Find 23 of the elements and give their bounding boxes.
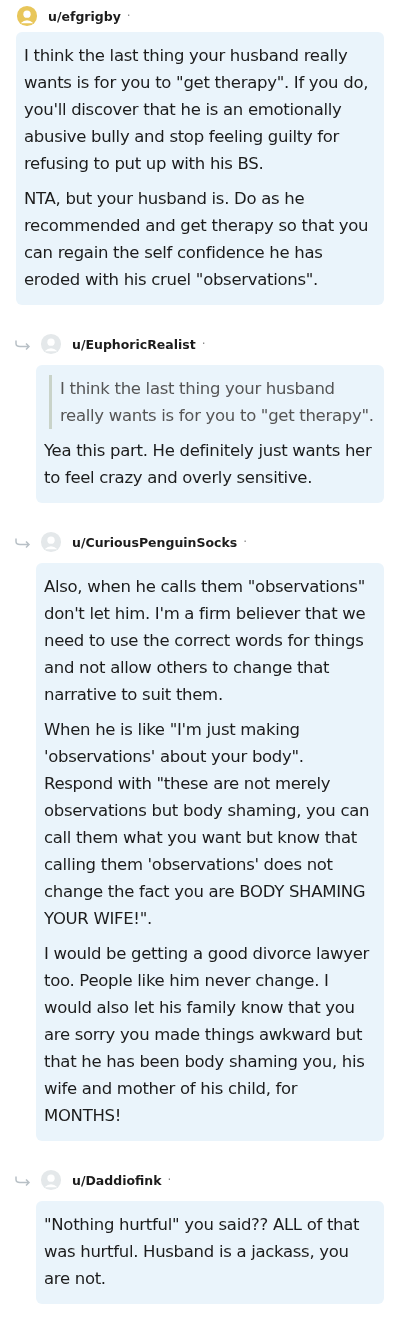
- comment-text: NTA, but your husband is. Do as he recommended and get therapy so that you can regain the self confidence he has eroded with his cruel "observations".: [24, 188, 370, 291]
- comment-text: I think the last thing your husband really wants is for you to "get therapy". If you do, you'll discover that he is an emotionally abusive bully and stop feeling guilty for refusing to put up with his BS.: [24, 45, 370, 175]
- comment-text: When he is like "I'm just making 'observations' about your body". Respond with "these are not merely observations but body shaming, you can call them what you want but know that calling them 'observations' does not change the fact you are BODY SHAMING YOUR WIFE!".: [44, 719, 371, 930]
- reply-arrow-icon: [14, 536, 32, 548]
- avatar-icon[interactable]: [40, 333, 62, 355]
- reply-arrow-icon: [14, 338, 32, 350]
- separator-dot: ·: [126, 9, 131, 23]
- avatar-icon[interactable]: [40, 1169, 62, 1191]
- separator-dot: ·: [167, 1173, 172, 1187]
- avatar-icon[interactable]: [16, 5, 38, 27]
- quoted-text: I think the last thing your husband really wants is for you to "get therapy".: [49, 375, 376, 429]
- comment-text: Also, when he calls them "observations" don't let him. I'm a firm believer that we need to use the correct words for things and not allow others to change that narrative to suit them.: [44, 576, 367, 706]
- username[interactable]: u/Daddiofink: [72, 1172, 162, 1188]
- separator-dot: ·: [243, 535, 248, 549]
- reply-arrow-icon: [14, 1174, 32, 1186]
- avatar-icon[interactable]: [40, 531, 62, 553]
- comment-text: I would be getting a good divorce lawyer too. People like him never change. I would also let his family know that you are sorry you made things awkward but that he has been body shaming you, his wife and mother of his child, for MONTHS!: [44, 943, 371, 1127]
- username[interactable]: u/CuriousPenguinSocks: [72, 534, 238, 550]
- username[interactable]: u/EuphoricRealist: [72, 336, 196, 352]
- comment-text: Yea this part. He definitely just wants her to feel crazy and overly sensitive.: [44, 440, 373, 489]
- username[interactable]: u/efgrigby: [48, 8, 121, 24]
- separator-dot: ·: [201, 337, 206, 351]
- comment-text: "Nothing hurtful" you said?? ALL of that was hurtful. Husband is a jackass, you are not.: [44, 1214, 361, 1290]
